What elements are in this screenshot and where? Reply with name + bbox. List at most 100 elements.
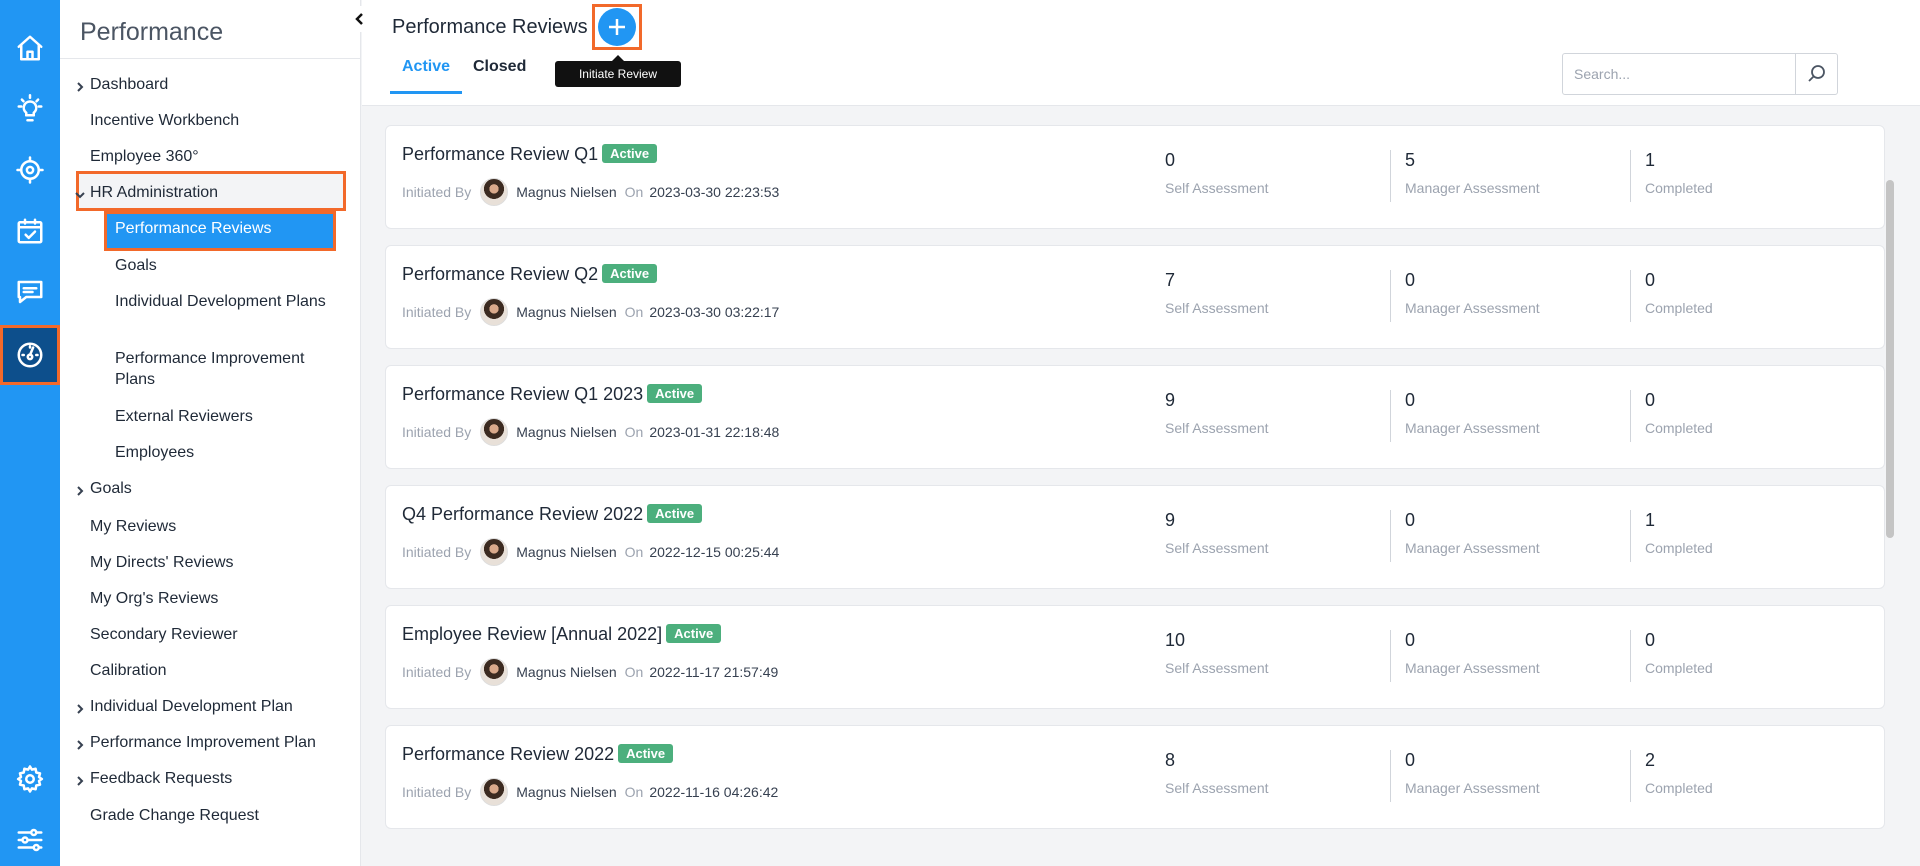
sidebar-item-goals-sub[interactable]: Goals <box>115 255 335 276</box>
sidebar-item-performance-improvement-plans[interactable]: Performance Improvement Plans <box>115 348 335 390</box>
stat-divider <box>1630 150 1631 202</box>
completed-stat[interactable]: 2 Completed <box>1645 750 1713 796</box>
review-meta: Initiated By Magnus Nielsen On 2023-03-3… <box>402 178 779 206</box>
review-title[interactable]: Performance Review 2022 <box>402 744 614 764</box>
sidebar-item-performance-improvement-plan[interactable]: Performance Improvement Plan <box>77 732 350 753</box>
sidebar-item-grade-change-request[interactable]: Grade Change Request <box>90 805 350 826</box>
review-card[interactable]: Performance Review Q1 2023 Active Initiat… <box>385 365 1885 469</box>
review-meta: Initiated By Magnus Nielsen On 2023-03-3… <box>402 298 779 326</box>
initiator-name: Magnus Nielsen <box>516 184 617 200</box>
status-badge: Active <box>647 384 703 403</box>
sidebar-item-feedback-requests[interactable]: Feedback Requests <box>77 768 350 789</box>
review-card[interactable]: Performance Review Q2 Active Initiated By… <box>385 245 1885 349</box>
initiated-date: 2023-03-30 03:22:17 <box>649 304 780 320</box>
tab-closed[interactable]: Closed <box>473 58 526 76</box>
completed-stat[interactable]: 0 Completed <box>1645 630 1713 676</box>
sidebar-item-individual-development-plans[interactable]: Individual Development Plans <box>115 291 335 312</box>
stat-divider <box>1390 390 1391 442</box>
review-meta: Initiated By Magnus Nielsen On 2023-01-3… <box>402 418 779 446</box>
review-card[interactable]: Employee Review [Annual 2022] Active Init… <box>385 605 1885 709</box>
self-assessment-stat[interactable]: 9 Self Assessment <box>1165 510 1269 556</box>
review-card[interactable]: Performance Review 2022 Active Initiated … <box>385 725 1885 829</box>
tab-active[interactable]: Active <box>402 58 450 76</box>
sidebar-item-secondary-reviewer[interactable]: Secondary Reviewer <box>90 624 350 645</box>
sidebar-item-hr-administration[interactable]: HR Administration <box>75 182 350 203</box>
manager-assessment-stat[interactable]: 0 Manager Assessment <box>1405 390 1540 436</box>
vertical-scrollbar[interactable] <box>1886 180 1894 538</box>
chat-icon[interactable] <box>0 262 60 322</box>
self-assessment-stat[interactable]: 10 Self Assessment <box>1165 630 1269 676</box>
sidebar-item-dashboard[interactable]: Dashboard <box>77 74 350 95</box>
collapse-sidebar-button[interactable] <box>347 6 373 32</box>
self-assessment-stat[interactable]: 7 Self Assessment <box>1165 270 1269 316</box>
self-assessment-stat[interactable]: 8 Self Assessment <box>1165 750 1269 796</box>
sidebar-item-employee-360[interactable]: Employee 360° <box>90 146 350 167</box>
stat-divider <box>1630 270 1631 322</box>
sidebar-item-calibration[interactable]: Calibration <box>90 660 350 681</box>
status-badge: Active <box>647 504 703 523</box>
sidebar-item-employees[interactable]: Employees <box>115 442 335 463</box>
initiator-name: Magnus Nielsen <box>516 544 617 560</box>
stat-divider <box>1630 750 1631 802</box>
home-icon[interactable] <box>0 18 60 78</box>
target-icon[interactable] <box>0 140 60 200</box>
initiator-name: Magnus Nielsen <box>516 664 617 680</box>
status-badge: Active <box>618 744 674 763</box>
chevron-down-icon <box>74 186 86 199</box>
completed-stat[interactable]: 1 Completed <box>1645 510 1713 556</box>
sidebar-item-performance-reviews[interactable]: Performance Reviews <box>115 218 335 239</box>
initiated-date: 2022-11-16 04:26:42 <box>649 784 779 800</box>
sidebar-item-external-reviewers[interactable]: External Reviewers <box>115 406 335 427</box>
chevron-right-icon <box>74 700 86 714</box>
stat-divider <box>1390 510 1391 562</box>
manager-assessment-stat[interactable]: 0 Manager Assessment <box>1405 270 1540 316</box>
review-title[interactable]: Performance Review Q1 <box>402 144 598 164</box>
settings-icon[interactable] <box>0 749 60 809</box>
self-assessment-stat[interactable]: 0 Self Assessment <box>1165 150 1269 196</box>
chevron-right-icon <box>74 78 86 92</box>
page-header: Performance Reviews Initiate Review Acti… <box>362 0 1920 106</box>
chevron-right-icon <box>74 482 86 496</box>
review-card[interactable]: Q4 Performance Review 2022 Active Initiat… <box>385 485 1885 589</box>
avatar <box>480 418 509 446</box>
sidebar-item-my-directs-reviews[interactable]: My Directs' Reviews <box>90 552 350 573</box>
self-assessment-stat[interactable]: 9 Self Assessment <box>1165 390 1269 436</box>
avatar <box>480 658 509 686</box>
sidebar: Performance Dashboard Incentive Workbenc… <box>60 0 373 866</box>
manager-assessment-stat[interactable]: 0 Manager Assessment <box>1405 750 1540 796</box>
manager-assessment-stat[interactable]: 5 Manager Assessment <box>1405 150 1540 196</box>
review-title[interactable]: Performance Review Q1 2023 <box>402 384 643 404</box>
sidebar-item-individual-development-plan[interactable]: Individual Development Plan <box>77 696 350 717</box>
search-button[interactable] <box>1795 54 1838 94</box>
calendar-check-icon[interactable] <box>0 201 60 261</box>
sidebar-item-goals[interactable]: Goals <box>77 478 350 499</box>
app-rail <box>0 0 60 866</box>
tab-active-indicator <box>390 91 462 94</box>
chevron-left-icon <box>355 13 363 25</box>
lightbulb-icon[interactable] <box>0 79 60 139</box>
completed-stat[interactable]: 0 Completed <box>1645 390 1713 436</box>
review-card[interactable]: Performance Review Q1 Active Initiated By… <box>385 125 1885 229</box>
status-badge: Active <box>602 264 658 283</box>
avatar <box>480 178 509 206</box>
search-input[interactable] <box>1563 54 1795 94</box>
initiator-name: Magnus Nielsen <box>516 424 617 440</box>
sidebar-item-my-reviews[interactable]: My Reviews <box>90 516 350 537</box>
sliders-icon[interactable] <box>0 810 60 866</box>
review-title[interactable]: Employee Review [Annual 2022] <box>402 624 662 644</box>
gauge-icon[interactable] <box>0 325 60 385</box>
review-title[interactable]: Performance Review Q2 <box>402 264 598 284</box>
review-title[interactable]: Q4 Performance Review 2022 <box>402 504 643 524</box>
status-badge: Active <box>666 624 722 643</box>
stat-divider <box>1630 390 1631 442</box>
stat-divider <box>1390 630 1391 682</box>
search-box <box>1562 53 1838 95</box>
completed-stat[interactable]: 1 Completed <box>1645 150 1713 196</box>
initiate-review-button[interactable] <box>598 8 636 46</box>
manager-assessment-stat[interactable]: 0 Manager Assessment <box>1405 630 1540 676</box>
avatar <box>480 778 509 806</box>
sidebar-item-my-orgs-reviews[interactable]: My Org's Reviews <box>90 588 350 609</box>
manager-assessment-stat[interactable]: 0 Manager Assessment <box>1405 510 1540 556</box>
sidebar-item-incentive-workbench[interactable]: Incentive Workbench <box>90 110 350 131</box>
completed-stat[interactable]: 0 Completed <box>1645 270 1713 316</box>
